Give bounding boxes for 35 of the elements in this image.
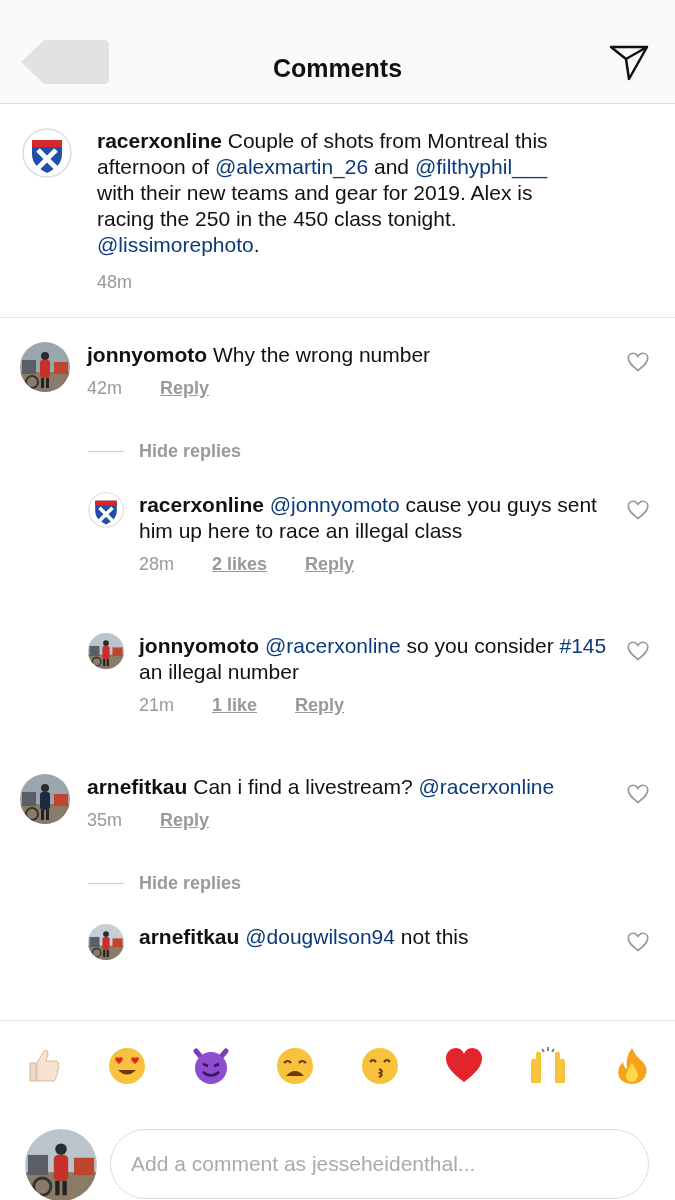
heart-icon[interactable] [627,932,649,952]
username-link[interactable]: racerxonline [97,129,222,152]
mention-link[interactable]: @racerxonline [265,634,401,657]
comment-text: racerxonline Couple of shots from Montreal this afternoon of @alexmartin_26 and @filthyphil___ with their new teams and gear for 2019. Alex is racing the 250 in the 450 class tonight. @lissimorephoto. [97,128,549,258]
comment-text: jonnyomoto @racerxonline so you consider #145 an illegal number [139,633,608,685]
mention-link[interactable]: @dougwilson94 [245,925,395,948]
username-link[interactable]: racerxonline [139,493,264,516]
comment-text: arnefitkau @dougwilson94 not this [139,924,470,950]
username-link[interactable]: arnefitkau [87,775,188,798]
mention-link[interactable]: @lissimorephoto [97,233,254,256]
username-link[interactable]: jonnyomoto [87,343,208,366]
comment-field[interactable]: Add a comment as jesseheidenthal... [110,1129,649,1199]
mention-link[interactable]: @alexmartin_26 [214,155,369,178]
mention-link[interactable]: @racerxonline [418,775,555,798]
username-link[interactable]: jonnyomoto [139,634,260,657]
username-link[interactable]: arnefitkau [139,925,240,948]
timestamp: 42m [87,378,122,399]
timestamp: 35m [87,810,122,831]
heart-icon[interactable] [627,500,649,520]
timestamp: 48m [97,272,132,293]
heart-icon[interactable] [627,784,649,804]
mention-link[interactable]: @jonnyomoto [269,493,400,516]
timestamp: 21m [139,695,174,716]
hashtag-link[interactable]: #145 [559,634,607,657]
comment-text: jonnyomoto Why the wrong number [87,342,432,368]
send-icon[interactable] [609,45,649,81]
heart-icon[interactable] [627,352,649,372]
comment-text: arnefitkau Can i find a livestream? @racerxonline [87,774,556,800]
shield-logo-icon [88,492,124,528]
comment-text: racerxonline @jonnyomoto cause you guys sent him up here to race an illegal class [139,492,598,544]
page-title: Comments [272,54,403,82]
shield-logo-icon [22,128,72,178]
timestamp: 28m [139,554,174,575]
mention-link[interactable]: @filthyphil___ [414,155,548,178]
heart-icon[interactable] [627,641,649,661]
